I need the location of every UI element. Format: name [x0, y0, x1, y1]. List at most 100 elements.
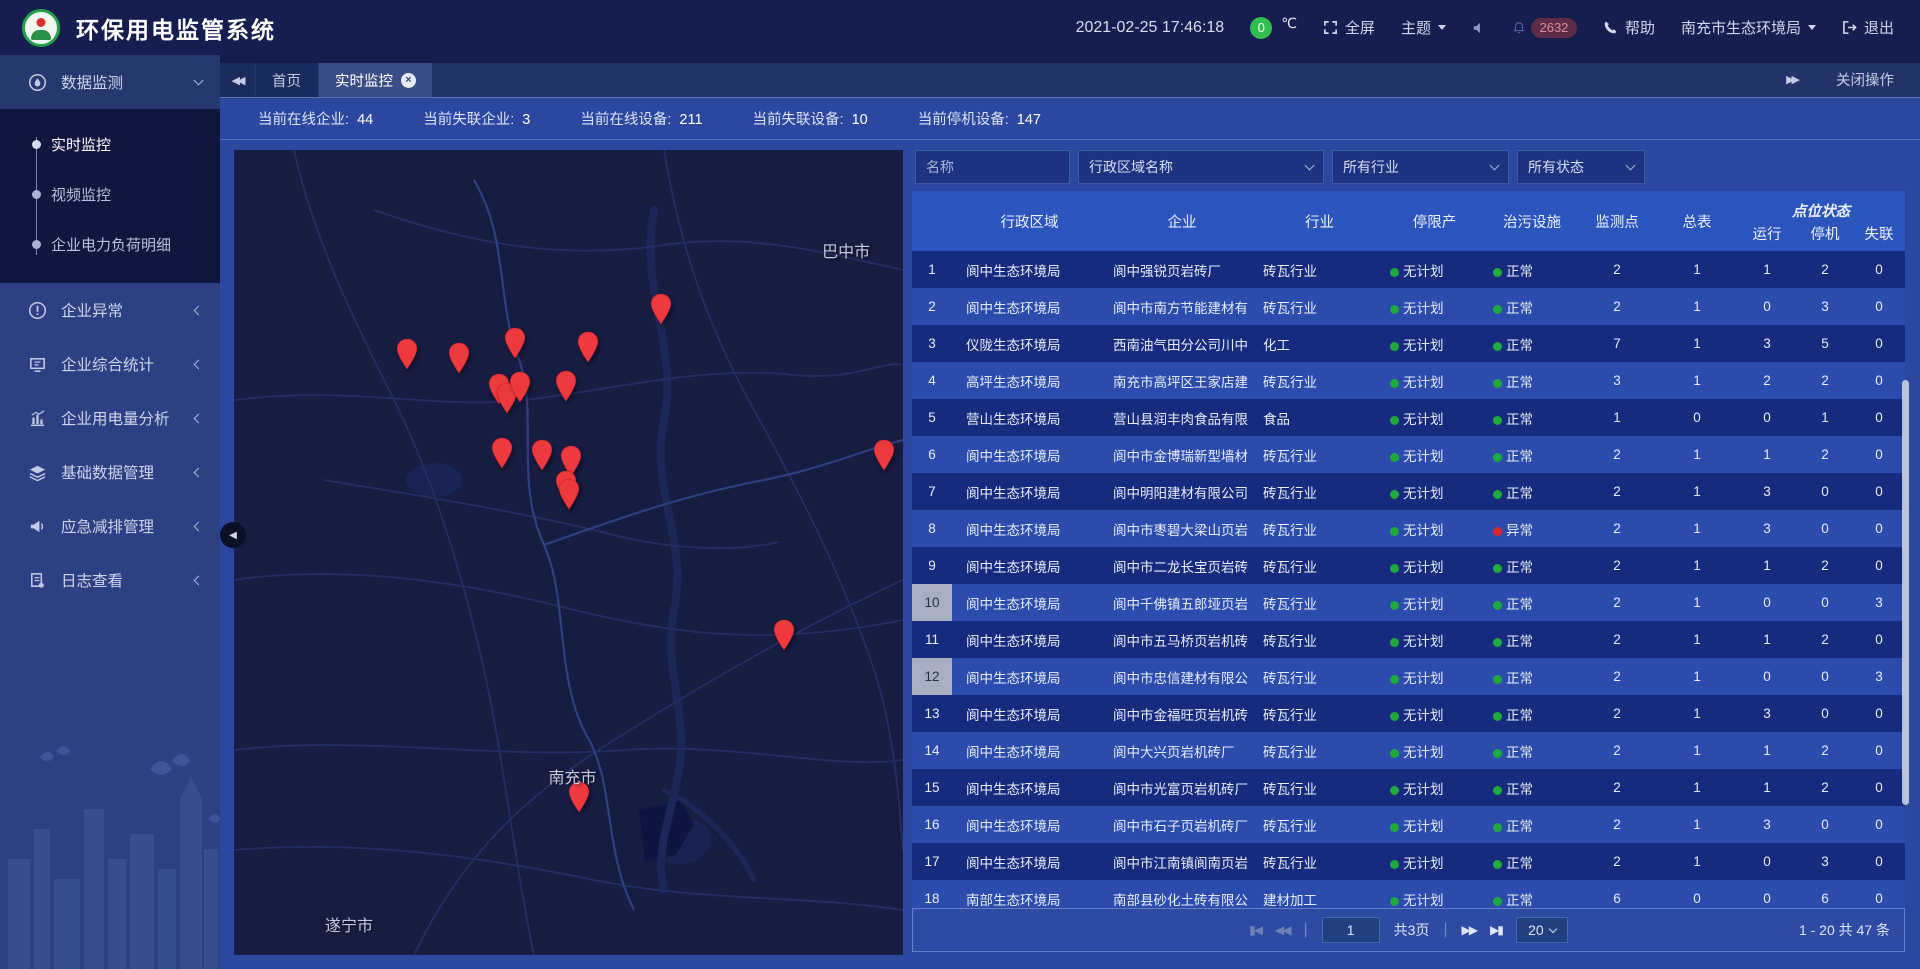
table-row-10[interactable]: 10阆中生态环境局阆中千佛镇五郎垭页岩砖瓦行业无计划正常21003 [912, 584, 1905, 621]
cell-company: 阆中千佛镇五郎垭页岩 [1107, 593, 1257, 613]
status-filter-select[interactable]: 所有状态 [1517, 150, 1645, 184]
table-row-1[interactable]: 1阆中生态环境局阆中强锐页岩砖厂砖瓦行业无计划正常21120 [912, 251, 1905, 288]
notifications[interactable]: 2632 [1512, 18, 1577, 38]
map-pin-15[interactable] [771, 619, 796, 652]
last-page-icon[interactable]: ▶▮ [1490, 923, 1502, 937]
map-pin-7[interactable] [508, 371, 533, 404]
table-row-6[interactable]: 6阆中生态环境局阆中市金博瑞新型墙材砖瓦行业无计划正常21120 [912, 436, 1905, 473]
cell-index: 3 [912, 325, 952, 362]
cell-region: 高坪生态环境局 [952, 371, 1107, 391]
map-pin-9[interactable] [490, 437, 515, 470]
cell-run: 0 [1737, 669, 1797, 684]
fullscreen-button[interactable]: 全屏 [1323, 17, 1375, 38]
map-pin-1[interactable] [447, 342, 472, 375]
table-row-3[interactable]: 3仪陇生态环境局西南油气田分公司川中化工无计划正常71350 [912, 325, 1905, 362]
table-row-7[interactable]: 7阆中生态环境局阆中明阳建材有限公司砖瓦行业无计划正常21300 [912, 473, 1905, 510]
stats-board-icon [28, 355, 48, 374]
bar-chart-icon [28, 409, 48, 428]
table-row-11[interactable]: 11阆中生态环境局阆中市五马桥页岩机砖砖瓦行业无计划正常21120 [912, 621, 1905, 658]
sidebar-item-6[interactable]: 日志查看 [0, 553, 220, 607]
status-dot-icon [1390, 749, 1399, 758]
logout-icon [1842, 20, 1857, 35]
cell-lost: 0 [1853, 780, 1905, 795]
record-range: 1 - 20 共 47 条 [1799, 920, 1890, 940]
sidebar-item-3[interactable]: 企业用电量分析 [0, 391, 220, 445]
map-pin-10[interactable] [530, 439, 555, 472]
tab-home[interactable]: 首页 [256, 63, 317, 97]
table-scrollbar[interactable] [1902, 380, 1909, 805]
status-dot-icon [1390, 860, 1399, 869]
first-page-icon[interactable]: ▮◀ [1249, 923, 1261, 937]
map-pin-3[interactable] [575, 331, 600, 364]
table-row-13[interactable]: 13阆中生态环境局阆中市金福旺页岩机砖砖瓦行业无计划正常21300 [912, 695, 1905, 732]
tabs-scroll-right-icon[interactable]: ▶▶ [1786, 73, 1800, 86]
cell-meter: 1 [1657, 558, 1737, 573]
sidebar-subitem-0-1[interactable]: 视频监控 [0, 169, 220, 219]
status-dot-icon [1493, 490, 1502, 499]
next-page-icon[interactable]: ▶▶ [1462, 923, 1476, 937]
chevron-left-icon [194, 305, 204, 315]
current-page-input[interactable]: 1 [1322, 917, 1380, 943]
cell-monitor: 2 [1577, 262, 1657, 277]
tab-close-icon[interactable]: × [401, 73, 416, 88]
phone-icon [1603, 20, 1618, 35]
sidebar-item-2[interactable]: 企业综合统计 [0, 337, 220, 391]
page-size-select[interactable]: 20 [1516, 917, 1568, 943]
map-pin-8[interactable] [554, 370, 579, 403]
region-filter-select[interactable]: 行政区域名称 [1078, 150, 1324, 184]
map-pin-14[interactable] [872, 439, 897, 472]
table-row-17[interactable]: 17阆中生态环境局阆中市江南镇阆南页岩砖瓦行业无计划正常21030 [912, 843, 1905, 880]
table-row-14[interactable]: 14阆中生态环境局阆中大兴页岩机砖厂砖瓦行业无计划正常21120 [912, 732, 1905, 769]
help-button[interactable]: 帮助 [1603, 17, 1655, 38]
map-pin-0[interactable] [394, 338, 419, 371]
name-filter-input[interactable] [926, 159, 1059, 175]
cell-monitor: 2 [1577, 447, 1657, 462]
table-row-16[interactable]: 16阆中生态环境局阆中市石子页岩机砖厂砖瓦行业无计划正常21300 [912, 806, 1905, 843]
theme-label: 主题 [1401, 17, 1431, 38]
status-dot-icon [1493, 305, 1502, 314]
cell-meter: 0 [1657, 410, 1737, 425]
sidebar-item-1[interactable]: 企业异常 [0, 283, 220, 337]
table-row-12[interactable]: 12阆中生态环境局阆中市忠信建材有限公砖瓦行业无计划正常21003 [912, 658, 1905, 695]
cell-index: 9 [912, 547, 952, 584]
org-dropdown[interactable]: 南充市生态环境局 [1681, 17, 1816, 38]
cell-stop: 3 [1797, 299, 1853, 314]
cell-index: 2 [912, 288, 952, 325]
sidebar-subitem-0-2[interactable]: 企业电力负荷明细 [0, 219, 220, 269]
cell-run: 0 [1737, 854, 1797, 869]
cell-facility: 正常 [1487, 815, 1577, 835]
table-body: 1阆中生态环境局阆中强锐页岩砖厂砖瓦行业无计划正常211202阆中生态环境局阆中… [912, 251, 1905, 908]
theme-dropdown[interactable]: 主题 [1401, 17, 1446, 38]
table-row-2[interactable]: 2阆中生态环境局阆中市南方节能建材有砖瓦行业无计划正常21030 [912, 288, 1905, 325]
table-row-18[interactable]: 18南部生态环境局南部县砂化土砖有限公建材加工无计划正常60060 [912, 880, 1905, 908]
sidebar-item-0[interactable]: 数据监测 [0, 55, 220, 109]
sidebar-collapse-toggle[interactable]: ◀ [220, 522, 246, 548]
mute-speaker-icon[interactable] [1472, 21, 1486, 35]
table-row-4[interactable]: 4高坪生态环境局南充市高坪区王家店建砖瓦行业无计划正常31220 [912, 362, 1905, 399]
logout-button[interactable]: 退出 [1842, 17, 1894, 38]
table-row-15[interactable]: 15阆中生态环境局阆中市光富页岩机砖厂砖瓦行业无计划正常21120 [912, 769, 1905, 806]
cell-meter: 1 [1657, 299, 1737, 314]
sidebar-item-4[interactable]: 基础数据管理 [0, 445, 220, 499]
cell-lost: 0 [1853, 743, 1905, 758]
tab-realtime-monitor[interactable]: 实时监控 × [319, 63, 432, 97]
industry-filter-select[interactable]: 所有行业 [1332, 150, 1509, 184]
sidebar-item-5[interactable]: 应急减排管理 [0, 499, 220, 553]
prev-page-icon[interactable]: ◀◀ [1275, 923, 1289, 937]
map[interactable]: 巴中市南充市遂宁市 [234, 150, 903, 955]
map-pin-4[interactable] [649, 293, 674, 326]
table-row-9[interactable]: 9阆中生态环境局阆中市二龙长宝页岩砖砖瓦行业无计划正常21120 [912, 547, 1905, 584]
map-pin-13[interactable] [557, 478, 582, 511]
cell-region: 营山生态环境局 [952, 408, 1107, 428]
app-title: 环保用电监管系统 [76, 11, 276, 45]
table-row-8[interactable]: 8阆中生态环境局阆中市枣碧大梁山页岩砖瓦行业无计划异常21300 [912, 510, 1905, 547]
close-operations[interactable]: 关闭操作 [1836, 69, 1894, 90]
tabs-scroll-left-icon[interactable]: ◀◀ [220, 63, 254, 97]
sidebar-subitem-0-0[interactable]: 实时监控 [0, 119, 220, 169]
map-pin-2[interactable] [502, 327, 527, 360]
status-dot-icon [1390, 453, 1399, 462]
cell-industry: 砖瓦行业 [1257, 371, 1382, 391]
cell-stop: 0 [1797, 484, 1853, 499]
filter-bar: 行政区域名称 所有行业 所有状态 [915, 150, 1905, 184]
table-row-5[interactable]: 5营山生态环境局营山县润丰肉食品有限食品无计划正常10010 [912, 399, 1905, 436]
